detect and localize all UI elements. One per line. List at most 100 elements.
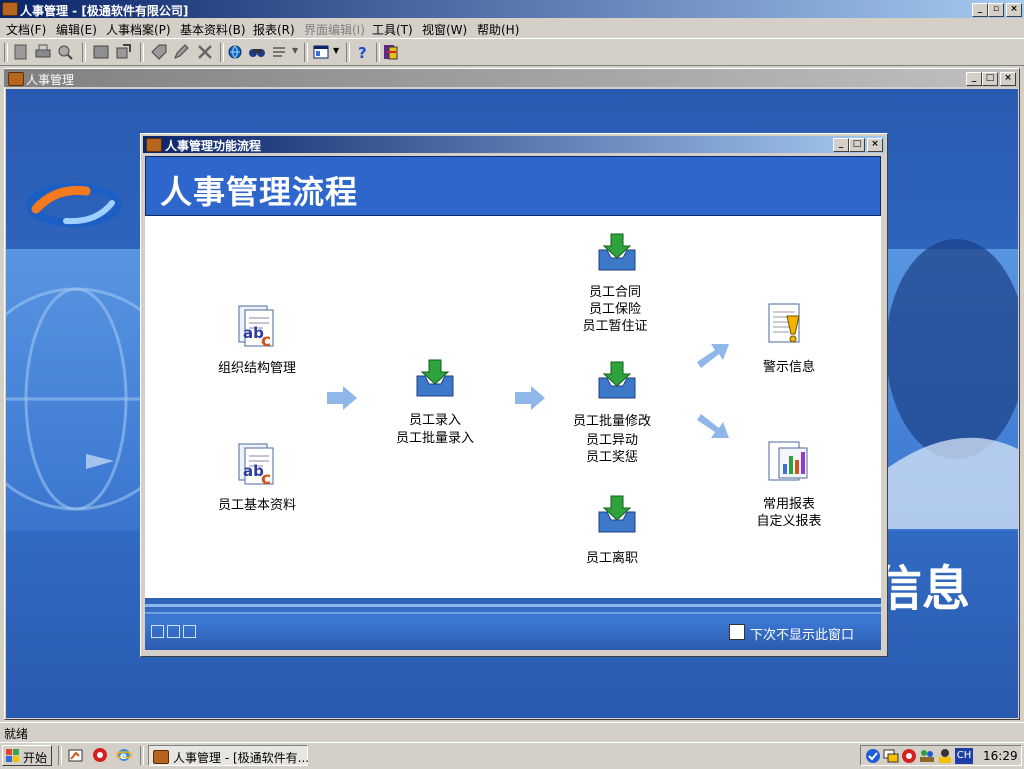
node-report-1[interactable]: 常用报表 xyxy=(729,496,849,513)
task-app-icon xyxy=(153,750,169,764)
tag-icon[interactable] xyxy=(150,43,168,61)
node-contract-1[interactable]: 员工合同 xyxy=(555,284,675,301)
start-button[interactable]: 开始 xyxy=(2,745,52,766)
delete-icon[interactable] xyxy=(196,43,214,61)
node-org-structure[interactable]: 组织结构管理 xyxy=(197,360,317,377)
globe-icon[interactable] xyxy=(226,43,244,61)
preview-icon[interactable] xyxy=(56,43,74,61)
edit-icon[interactable] xyxy=(172,43,190,61)
chevron-down-icon[interactable]: ▼ xyxy=(292,46,298,55)
mdi-app-icon[interactable] xyxy=(8,72,24,86)
inbox-download-icon[interactable] xyxy=(413,358,457,400)
menu-help[interactable]: 帮助(H) xyxy=(477,21,519,38)
node-contract-3[interactable]: 员工暂住证 xyxy=(555,318,675,335)
list-icon[interactable] xyxy=(270,43,288,61)
dont-show-label[interactable]: 下次不显示此窗口 xyxy=(750,624,854,643)
workspace-banner-text: 信息 xyxy=(874,561,971,617)
menu-personnel[interactable]: 人事档案(P) xyxy=(106,21,171,38)
flow-area: ab c 组织结构管理 ab c 员工基本资料 员工录入 员工批量录入 员工合同… xyxy=(145,216,881,598)
dialog-banner: 人事管理流程 xyxy=(145,156,881,216)
node-report-2[interactable]: 自定义报表 xyxy=(729,513,849,530)
chart-document-icon[interactable] xyxy=(765,438,811,484)
toolbar-grip xyxy=(4,43,8,62)
svg-text:e: e xyxy=(120,751,127,762)
menu-file[interactable]: 文档(F) xyxy=(6,21,46,38)
inbox-download-icon[interactable] xyxy=(595,232,639,274)
mdi-maximize-button[interactable]: □ xyxy=(982,72,998,86)
find-icon[interactable] xyxy=(248,43,266,61)
app-tray-icon[interactable] xyxy=(901,748,917,764)
flow-arrow-down-right xyxy=(697,414,729,438)
node-modify-1[interactable]: 员工批量修改 xyxy=(552,413,672,430)
document-icon[interactable]: ab c xyxy=(233,304,279,351)
toolbar-separator xyxy=(304,43,308,62)
chevron-down-icon[interactable]: ▼ xyxy=(333,46,339,55)
dont-show-checkbox[interactable] xyxy=(729,624,745,640)
layout-icon[interactable] xyxy=(312,43,330,61)
svg-text:c: c xyxy=(261,331,271,350)
taskbar-separator xyxy=(58,746,62,765)
mdi-title: 人事管理 xyxy=(26,73,75,87)
save-icon[interactable] xyxy=(92,43,110,61)
menu-basic-data[interactable]: 基本资料(B) xyxy=(180,21,246,38)
inbox-download-icon[interactable] xyxy=(595,360,639,402)
dialog-footer: 下次不显示此窗口 xyxy=(145,598,881,650)
node-modify-2[interactable]: 员工异动 xyxy=(552,432,672,449)
toolbar-separator xyxy=(376,43,380,62)
node-entry-1[interactable]: 员工录入 xyxy=(375,412,495,429)
ie-icon[interactable]: e xyxy=(115,747,133,763)
footer-divider xyxy=(145,612,881,614)
node-contract-2[interactable]: 员工保险 xyxy=(555,301,675,318)
system-tray: CH 16:29 xyxy=(860,745,1022,766)
mdi-close-button[interactable]: × xyxy=(1000,72,1016,86)
user-tray-icon[interactable] xyxy=(937,748,953,764)
taskbar-task-button[interactable]: 人事管理 - [极通软件有... xyxy=(148,745,309,766)
menu-tools[interactable]: 工具(T) xyxy=(372,21,413,38)
toolbar-separator xyxy=(220,43,224,62)
mdi-titlebar: 人事管理 _ □ × xyxy=(4,69,1018,87)
warning-document-icon[interactable] xyxy=(765,300,811,346)
print-icon[interactable] xyxy=(34,43,52,61)
menu-window[interactable]: 视窗(W) xyxy=(422,21,467,38)
minimize-button[interactable]: _ xyxy=(972,3,988,17)
dialog-minimize-button[interactable]: _ xyxy=(833,138,849,152)
menu-report[interactable]: 报表(R) xyxy=(253,21,295,38)
taskbar: 开始 e 人事管理 - [极通软件有... CH 16:29 xyxy=(0,742,1024,769)
flow-arrow-right-2 xyxy=(515,386,545,410)
taskbar-separator xyxy=(140,746,144,765)
toolbar-separator xyxy=(82,43,86,62)
menu-bar: 文档(F) 编辑(E) 人事档案(P) 基本资料(B) 报表(R) 界面编辑(I… xyxy=(0,18,1024,38)
toolbar: ▼ ▼ ? xyxy=(0,38,1024,66)
footer-square-icon xyxy=(151,625,164,638)
show-desktop-icon[interactable] xyxy=(68,747,84,763)
dialog-app-icon[interactable] xyxy=(146,138,162,152)
node-entry-2[interactable]: 员工批量录入 xyxy=(375,430,495,447)
node-warning[interactable]: 警示信息 xyxy=(729,359,849,376)
logo-icon xyxy=(26,179,122,231)
ime-indicator[interactable]: CH xyxy=(955,748,973,764)
dialog-maximize-button[interactable]: □ xyxy=(849,138,865,152)
close-button[interactable]: × xyxy=(1006,3,1022,17)
export-icon[interactable] xyxy=(114,43,132,61)
exit-icon[interactable] xyxy=(382,43,400,61)
app-icon[interactable] xyxy=(2,2,18,16)
app-title: 人事管理 - [极通软件有限公司] xyxy=(20,4,189,18)
node-staff-basic[interactable]: 员工基本资料 xyxy=(197,497,317,514)
mdi-minimize-button[interactable]: _ xyxy=(966,72,982,86)
node-modify-3[interactable]: 员工奖惩 xyxy=(552,449,672,466)
security-icon[interactable] xyxy=(865,748,881,764)
quicklaunch-app-icon[interactable] xyxy=(92,747,108,763)
help-icon[interactable]: ? xyxy=(354,43,372,62)
status-text: 就绪 xyxy=(4,727,29,741)
start-label: 开始 xyxy=(23,751,48,765)
users-icon[interactable] xyxy=(919,748,935,764)
inbox-download-icon[interactable] xyxy=(595,494,639,536)
dialog-close-button[interactable]: × xyxy=(867,138,883,152)
new-icon[interactable] xyxy=(12,43,30,61)
document-icon[interactable]: ab c xyxy=(233,442,279,489)
node-leave[interactable]: 员工离职 xyxy=(552,550,672,567)
footer-divider xyxy=(145,604,881,607)
restore-button[interactable]: ▫ xyxy=(988,3,1004,17)
network-icon[interactable] xyxy=(883,748,899,764)
menu-edit[interactable]: 编辑(E) xyxy=(56,21,97,38)
